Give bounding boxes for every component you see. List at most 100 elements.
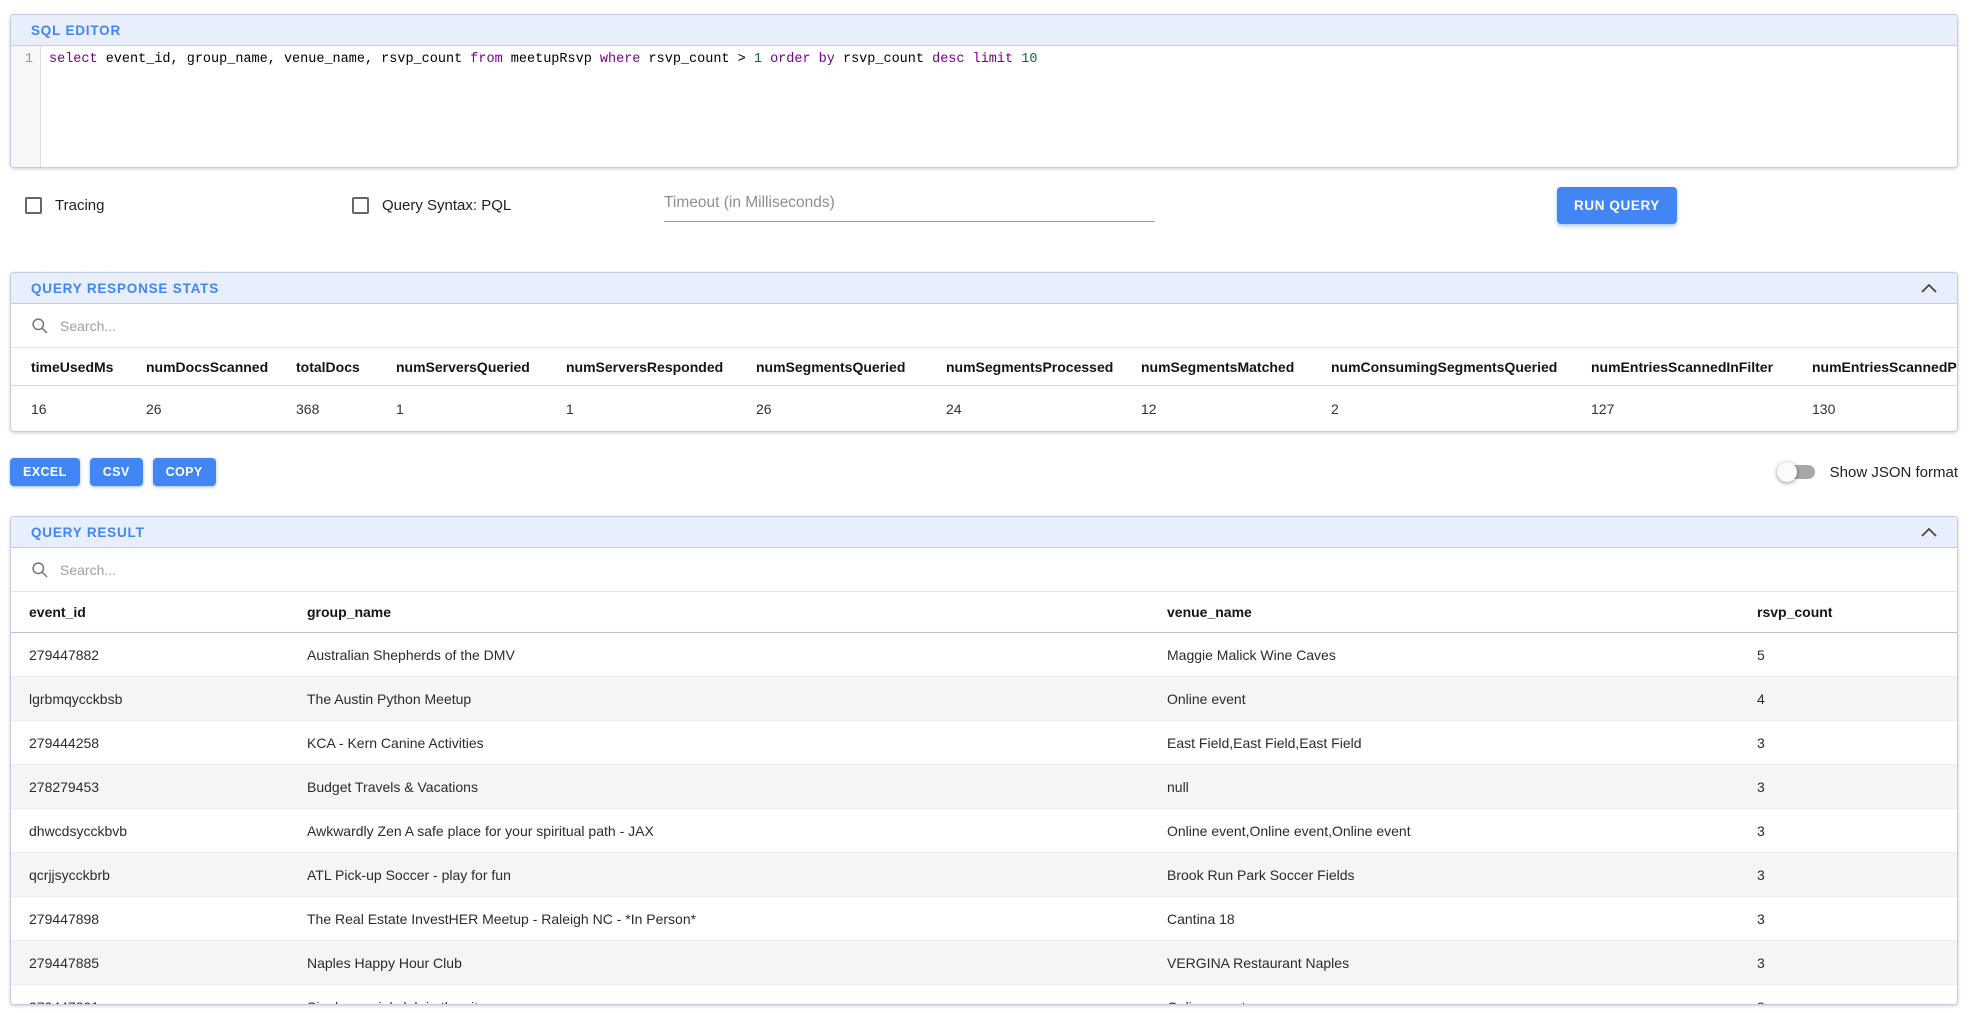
stats-col-numServersResponded: numServersResponded <box>546 359 736 375</box>
stats-value-numServersResponded: 1 <box>546 401 736 417</box>
table-row: 279447885Naples Happy Hour ClubVERGINA R… <box>11 941 1957 985</box>
toggle-track[interactable] <box>1781 465 1815 479</box>
query-result-panel: QUERY RESULT event_idgroup_namevenue_nam… <box>10 516 1958 1005</box>
table-row: 279447882Australian Shepherds of the DMV… <box>11 633 1957 677</box>
sql-token-plain: meetupRsvp <box>503 52 600 67</box>
cell-event_id: 279444258 <box>11 735 289 751</box>
sql-token-plain: rsvp_count > <box>640 52 753 67</box>
stats-col-numServersQueried: numServersQueried <box>376 359 546 375</box>
pql-syntax-checkbox[interactable]: Query Syntax: PQL <box>352 197 511 214</box>
line-number-gutter: 1 <box>11 46 41 167</box>
cell-group_name: Australian Shepherds of the DMV <box>289 647 1149 663</box>
stats-col-numSegmentsQueried: numSegmentsQueried <box>736 359 926 375</box>
excel-button[interactable]: EXCEL <box>10 458 80 486</box>
sql-token-number: 10 <box>1021 52 1037 67</box>
search-icon <box>31 317 49 335</box>
stats-col-numSegmentsMatched: numSegmentsMatched <box>1121 359 1311 375</box>
pql-label: Query Syntax: PQL <box>382 197 511 214</box>
stats-value-numSegmentsProcessed: 24 <box>926 401 1121 417</box>
tracing-label: Tracing <box>55 197 104 214</box>
cell-event_id: dhwcdsycckbvb <box>11 823 289 839</box>
stats-value-numConsumingSegmentsQueried: 2 <box>1311 401 1571 417</box>
stats-table-header-row: timeUsedMsnumDocsScannedtotalDocsnumServ… <box>11 348 1957 386</box>
show-json-toggle[interactable]: Show JSON format <box>1781 464 1958 481</box>
collapse-chevron-up-icon[interactable] <box>1921 528 1937 537</box>
cell-venue_name: Online event <box>1149 999 1739 1005</box>
result-col-group_name: group_name <box>289 604 1149 620</box>
tracing-checkbox-box[interactable] <box>25 197 42 214</box>
sql-code-line[interactable]: select event_id, group_name, venue_name,… <box>41 46 1037 167</box>
copy-button[interactable]: COPY <box>153 458 216 486</box>
cell-group_name: Naples Happy Hour Club <box>289 955 1149 971</box>
stats-col-numDocsScanned: numDocsScanned <box>126 359 276 375</box>
result-col-venue_name: venue_name <box>1149 604 1739 620</box>
stats-value-totalDocs: 368 <box>276 401 376 417</box>
table-row: 278279453Budget Travels & Vacationsnull3 <box>11 765 1957 809</box>
cell-event_id: 279447885 <box>11 955 289 971</box>
cell-group_name: Awkwardly Zen A safe place for your spir… <box>289 823 1149 839</box>
collapse-chevron-up-icon[interactable] <box>1921 284 1937 293</box>
cell-rsvp_count: 3 <box>1739 867 1957 883</box>
sql-code-editor[interactable]: 1 select event_id, group_name, venue_nam… <box>11 46 1957 167</box>
cell-venue_name: null <box>1149 779 1739 795</box>
cell-group_name: Singles social club in the city <box>289 999 1149 1005</box>
stats-value-numDocsScanned: 26 <box>126 401 276 417</box>
stats-title: QUERY RESPONSE STATS <box>31 281 219 296</box>
cell-rsvp_count: 4 <box>1739 691 1957 707</box>
stats-search-input[interactable] <box>60 318 1957 334</box>
toggle-thumb[interactable] <box>1777 462 1797 482</box>
stats-header: QUERY RESPONSE STATS <box>11 273 1957 304</box>
sql-editor-title: SQL EDITOR <box>31 23 121 38</box>
pql-checkbox-box[interactable] <box>352 197 369 214</box>
result-title: QUERY RESULT <box>31 525 145 540</box>
sql-token-keyword: limit <box>973 52 1014 67</box>
result-table-body[interactable]: 279447882Australian Shepherds of the DMV… <box>11 633 1957 1004</box>
cell-event_id: 278279453 <box>11 779 289 795</box>
line-number: 1 <box>11 50 33 69</box>
timeout-input[interactable] <box>664 190 1155 222</box>
cell-venue_name: VERGINA Restaurant Naples <box>1149 955 1739 971</box>
stats-value-numServersQueried: 1 <box>376 401 546 417</box>
table-row: lgrbmqycckbsbThe Austin Python MeetupOnl… <box>11 677 1957 721</box>
table-row: 279447898The Real Estate InvestHER Meetu… <box>11 897 1957 941</box>
query-response-stats-panel: QUERY RESPONSE STATS timeUsedMsnumDocsSc… <box>10 272 1958 432</box>
stats-value-numEntriesScannedInFilter: 127 <box>1571 401 1792 417</box>
cell-venue_name: East Field,East Field,East Field <box>1149 735 1739 751</box>
cell-rsvp_count: 3 <box>1739 735 1957 751</box>
csv-button[interactable]: CSV <box>90 458 143 486</box>
stats-value-timeUsedMs: 16 <box>11 401 126 417</box>
stats-search-row <box>11 304 1957 348</box>
sql-editor-header: SQL EDITOR <box>11 15 1957 46</box>
stats-col-numEntriesScannedPostFilter: numEntriesScannedPostFilter <box>1792 359 1957 375</box>
sql-token-keyword: where <box>600 52 641 67</box>
stats-col-numSegmentsProcessed: numSegmentsProcessed <box>926 359 1121 375</box>
result-search-input[interactable] <box>60 562 1957 578</box>
cell-group_name: The Austin Python Meetup <box>289 691 1149 707</box>
tracing-checkbox[interactable]: Tracing <box>25 197 104 214</box>
stats-table-value-row: 1626368112624122127130 <box>11 386 1957 431</box>
stats-col-totalDocs: totalDocs <box>276 359 376 375</box>
cell-venue_name: Maggie Malick Wine Caves <box>1149 647 1739 663</box>
sql-token-plain <box>965 52 973 67</box>
table-row: 279444258KCA - Kern Canine ActivitiesEas… <box>11 721 1957 765</box>
cell-venue_name: Online event <box>1149 691 1739 707</box>
sql-token-plain <box>762 52 770 67</box>
cell-venue_name: Online event,Online event,Online event <box>1149 823 1739 839</box>
timeout-field-wrap <box>664 190 1155 222</box>
cell-event_id: 279447898 <box>11 911 289 927</box>
stats-value-numSegmentsQueried: 26 <box>736 401 926 417</box>
sql-token-number: 1 <box>754 52 762 67</box>
cell-rsvp_count: 3 <box>1739 823 1957 839</box>
stats-table: timeUsedMsnumDocsScannedtotalDocsnumServ… <box>11 348 1957 431</box>
result-table-header-row: event_idgroup_namevenue_namersvp_count <box>11 592 1957 633</box>
search-icon <box>31 561 49 579</box>
cell-rsvp_count: 3 <box>1739 779 1957 795</box>
export-row: EXCEL CSV COPY Show JSON format <box>10 458 1962 486</box>
result-col-event_id: event_id <box>11 604 289 620</box>
cell-venue_name: Brook Run Park Soccer Fields <box>1149 867 1739 883</box>
stats-col-numEntriesScannedInFilter: numEntriesScannedInFilter <box>1571 359 1792 375</box>
sql-token-keyword: from <box>470 52 502 67</box>
run-query-button[interactable]: RUN QUERY <box>1557 187 1677 224</box>
table-row: dhwcdsycckbvbAwkwardly Zen A safe place … <box>11 809 1957 853</box>
cell-event_id: 279447891 <box>11 999 289 1005</box>
